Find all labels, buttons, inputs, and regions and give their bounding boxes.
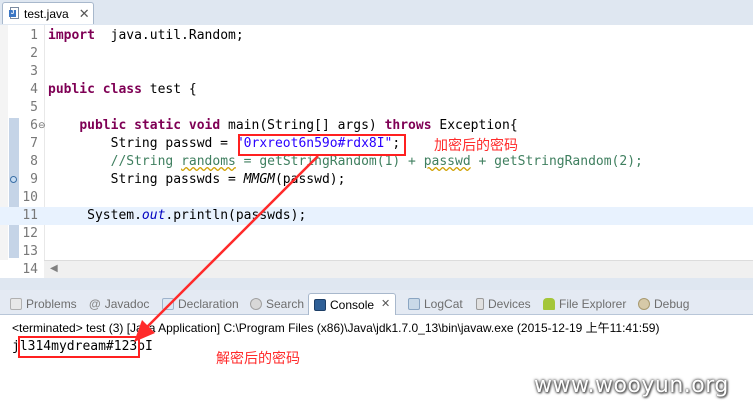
tab-problems[interactable]: Problems [10,293,77,314]
line-number: 6 [30,118,38,133]
view-tab-bar: Problems @ Javadoc Declaration Search Co… [0,290,753,315]
tab-file-explorer[interactable]: File Explorer [543,293,626,314]
code-line[interactable]: 9 String passwds = MMGM(passwd); [0,171,753,189]
tab-declaration-label: Declaration [178,296,239,311]
encrypted-password-annotation: 加密后的密码 [434,138,518,154]
line-number: 12 [22,226,38,241]
code-line[interactable]: 11 System.out.println(passwds); [0,207,753,225]
tab-console[interactable]: Console ✕ [308,293,397,315]
code-line[interactable]: 13 [0,243,753,261]
code-line[interactable]: 10 [0,189,753,207]
watermark: www.wooyun.org [534,373,729,398]
close-icon[interactable]: ✕ [381,299,390,310]
logcat-icon [408,297,420,310]
close-icon[interactable]: ✕ [79,7,90,20]
javadoc-icon: @ [89,296,101,311]
tab-problems-label: Problems [26,296,77,311]
line-number: 14 [22,262,38,277]
code-line[interactable]: 2 [0,45,753,63]
editor-tab-bar: J test.java ✕ [0,0,753,26]
occurrence-marker-icon [10,176,17,183]
code-text: String passwds = MMGM(passwd); [48,172,346,187]
line-number: 4 [30,82,38,97]
code-text: import java.util.Random; [48,28,244,43]
encrypted-password-highlight [238,134,406,156]
tab-javadoc-label: Javadoc [104,296,150,311]
devices-icon [476,297,484,310]
code-text: public class test { [48,82,197,97]
code-line[interactable]: 3 [0,63,753,81]
search-icon [250,297,262,310]
code-line[interactable]: 6 ⊖ public static void main(String[] args… [0,117,753,135]
scroll-left-icon[interactable]: ◀ [50,263,58,274]
tab-console-label: Console [330,297,375,312]
tab-debug[interactable]: Debug [638,293,689,314]
problems-icon [10,297,22,310]
java-file-icon: J [9,7,20,20]
tab-declaration[interactable]: Declaration [162,293,239,314]
decrypted-password-annotation: 解密后的密码 [216,351,300,367]
tab-devices[interactable]: Devices [476,293,531,314]
line-number: 9 [30,172,38,187]
tab-logcat[interactable]: LogCat [408,293,463,314]
line-number: 5 [30,100,38,115]
line-number: 13 [22,244,38,259]
code-line[interactable]: 4 public class test { [0,81,753,99]
editor-tab-test-java[interactable]: J test.java ✕ [2,2,94,24]
code-line[interactable]: 5 [0,99,753,117]
line-number: 10 [22,190,38,205]
line-number: 2 [30,46,38,61]
tab-devices-label: Devices [488,296,531,311]
console-icon [314,298,326,311]
line-number: 7 [30,136,38,151]
code-text: System.out.println(passwds); [48,208,307,223]
tab-search-label: Search [266,296,305,311]
declaration-icon [162,297,174,310]
debug-icon [638,297,650,310]
line-number: 1 [30,28,38,43]
editor-tab-label: test.java [24,6,69,21]
line-number: 11 [22,208,38,223]
tab-javadoc[interactable]: @ Javadoc [89,293,149,314]
tab-debug-label: Debug [654,296,690,311]
tab-logcat-label: LogCat [424,296,463,311]
line-number: 8 [30,154,38,169]
line-number: 3 [30,64,38,79]
code-text: public static void main(String[] args) t… [79,118,518,133]
tab-file-explorer-label: File Explorer [559,296,627,311]
file-explorer-icon [543,297,555,310]
code-line[interactable]: 12 [0,225,753,243]
fold-collapse-icon[interactable]: ⊖ [38,117,46,135]
view-separator [0,278,753,290]
decrypted-password-highlight [18,336,140,358]
console-terminated-status: <terminated> test (3) [Java Application]… [12,321,660,335]
horizontal-scrollbar[interactable]: ◀ [44,260,753,278]
tab-search[interactable]: Search [250,293,304,314]
code-line[interactable]: 1 import java.util.Random; [0,27,753,45]
